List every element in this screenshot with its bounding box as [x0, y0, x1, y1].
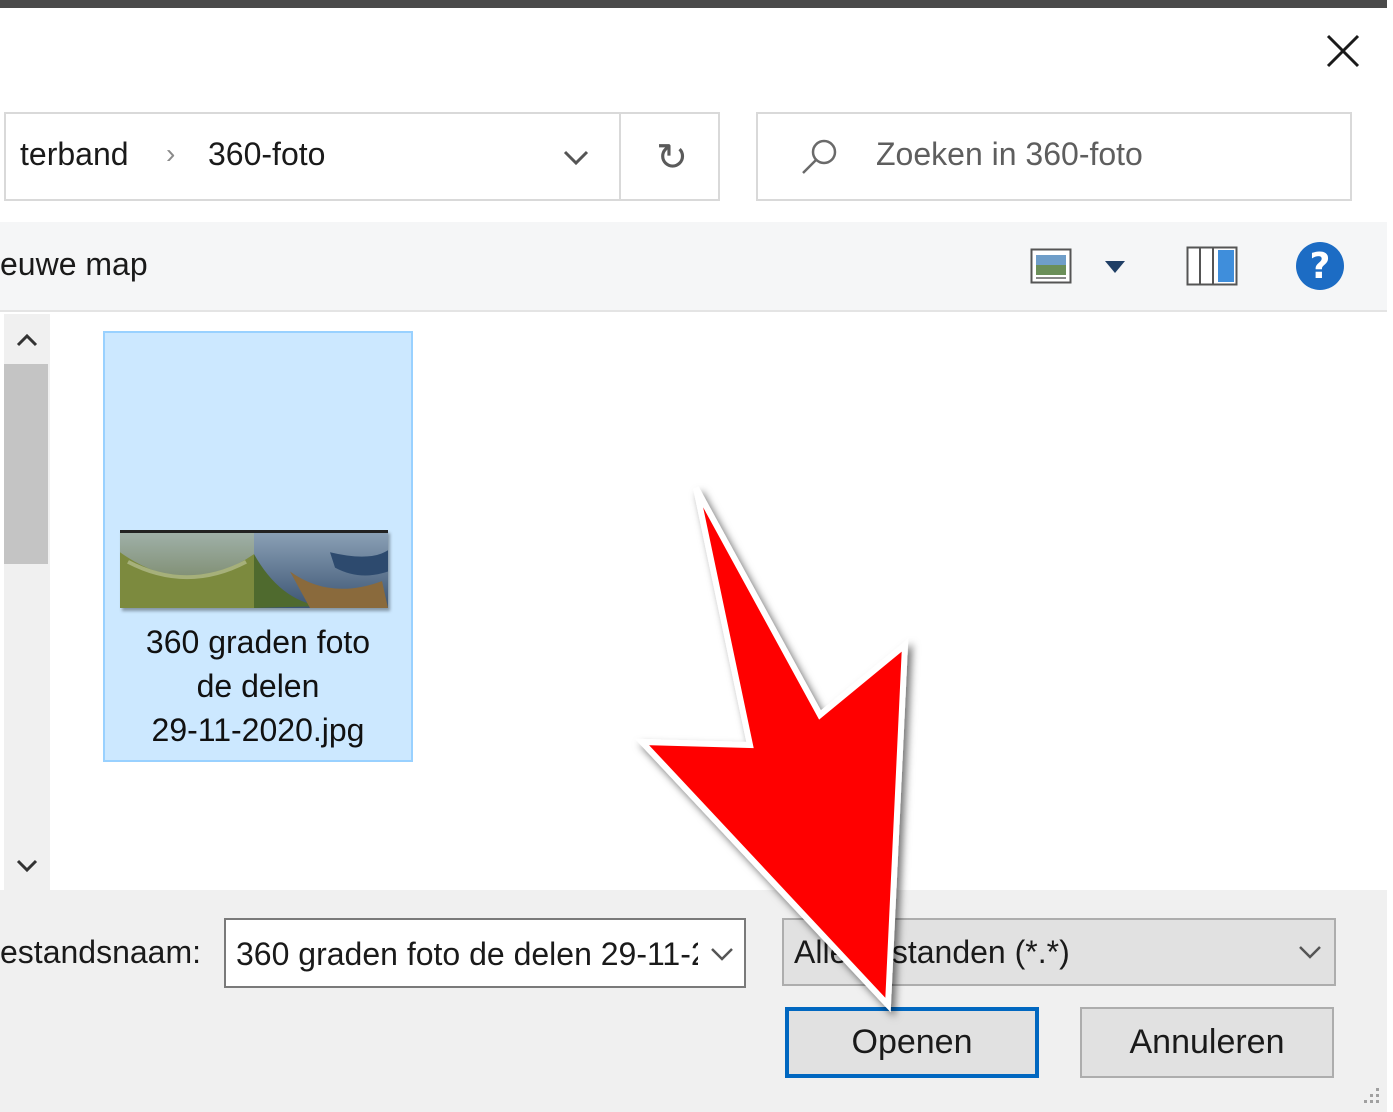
command-toolbar — [0, 222, 1387, 312]
view-mode-icon[interactable] — [1030, 248, 1072, 284]
resize-grip-icon[interactable] — [1352, 1080, 1382, 1110]
address-divider — [619, 114, 621, 199]
chevron-down-icon — [563, 150, 589, 166]
search-input[interactable]: Zoeken in 360-foto — [876, 136, 1143, 173]
filename-input[interactable]: 360 graden foto de delen 29-11-2020.jpg — [236, 936, 698, 973]
chevron-down-icon — [16, 859, 38, 873]
address-history-dropdown[interactable] — [556, 138, 596, 178]
file-name-line: de delen — [196, 668, 320, 704]
scroll-up-button[interactable] — [4, 318, 50, 362]
breadcrumb-item[interactable]: terband — [20, 136, 129, 173]
chevron-up-icon — [16, 333, 38, 347]
refresh-button[interactable]: ↻ — [640, 132, 704, 182]
cancel-button[interactable]: Annuleren — [1080, 1007, 1334, 1078]
file-name-line: 29-11-2020.jpg — [151, 712, 365, 748]
file-name-line: 360 graden foto — [145, 624, 371, 660]
scrollbar-thumb[interactable] — [4, 364, 48, 564]
filetype-value: Alle bestanden (*.*) — [794, 934, 1070, 970]
caret-down-icon — [1105, 261, 1125, 273]
filetype-dropdown-arrow[interactable] — [1290, 932, 1330, 972]
view-options-dropdown[interactable] — [1100, 252, 1130, 282]
breadcrumb-separator[interactable]: › — [166, 138, 175, 170]
chevron-down-icon — [711, 948, 733, 961]
preview-pane-icon[interactable] — [1186, 246, 1238, 286]
search-icon — [802, 139, 837, 174]
file-name: 360 graden foto de delen 29-11-2020.jpg — [105, 620, 411, 752]
filename-label: estandsnaam: — [0, 934, 202, 970]
breadcrumb-item-current[interactable]: 360-foto — [208, 136, 325, 173]
refresh-icon: ↻ — [656, 136, 688, 179]
new-folder-button[interactable]: euwe map — [0, 246, 148, 283]
window-top-border — [0, 0, 1393, 8]
help-icon[interactable]: ? — [1296, 242, 1344, 290]
filename-history-dropdown[interactable] — [702, 934, 742, 974]
window-right-edge — [1387, 0, 1393, 1112]
scroll-down-button[interactable] — [4, 844, 50, 888]
chevron-down-icon — [1299, 946, 1321, 959]
file-thumbnail — [120, 530, 388, 608]
close-button[interactable] — [1310, 22, 1376, 80]
open-button[interactable]: Openen — [785, 1007, 1039, 1078]
close-icon — [1326, 34, 1360, 68]
